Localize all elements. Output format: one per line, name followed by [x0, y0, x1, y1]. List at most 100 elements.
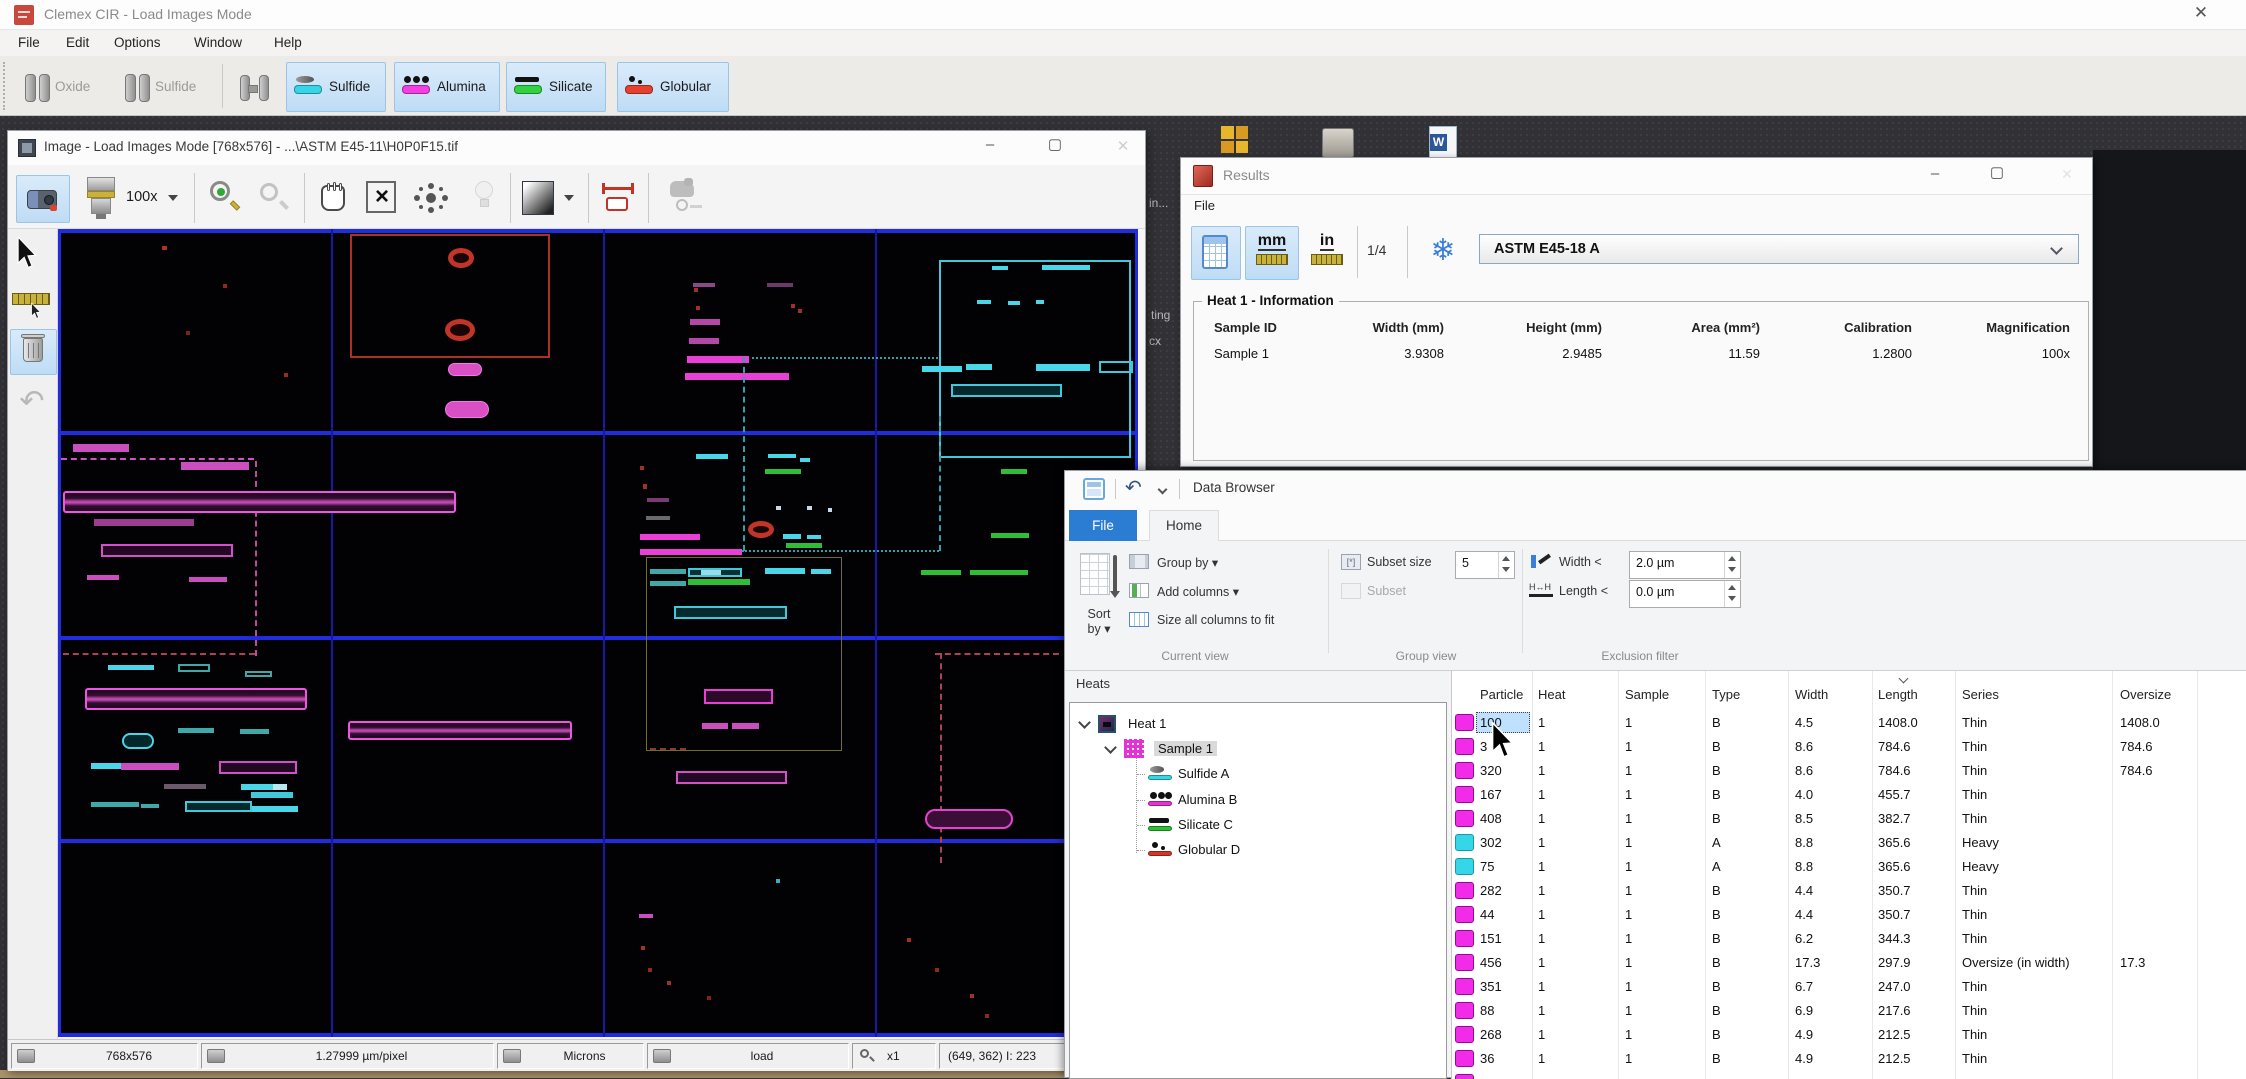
toolbar-button-phase-silicate[interactable]: Silicate — [506, 62, 606, 112]
illumination-button[interactable] — [470, 179, 500, 219]
subset-size-spinner[interactable]: 5 — [1455, 551, 1515, 579]
toolbar-button-sulfide-disabled[interactable]: Sulfide — [116, 64, 214, 110]
stage-pattern-button-results[interactable]: ❄ — [1419, 228, 1467, 276]
table-row[interactable]: 4411B4.4350.7Thin — [1452, 903, 2246, 927]
add-columns-button[interactable]: Add columns ▾ — [1129, 582, 1319, 604]
zoom-out-button[interactable] — [253, 177, 293, 219]
qat-dropdown-icon[interactable] — [1158, 485, 1168, 495]
tree-expand-chevron[interactable] — [1104, 741, 1117, 754]
pan-hand-button[interactable] — [315, 179, 353, 219]
image-minimize-button[interactable]: – — [975, 137, 1005, 152]
column-header-length[interactable]: Length — [1878, 687, 1918, 702]
zoom-in-button[interactable] — [204, 177, 244, 219]
column-header-heat[interactable]: Heat — [1538, 687, 1565, 702]
delete-region-button[interactable]: × — [362, 179, 402, 219]
table-row[interactable]: 45611B17.3297.9Oversize (in width)17.3 — [1452, 951, 2246, 975]
image-canvas[interactable] — [58, 229, 1138, 1037]
stage-pattern-button[interactable] — [410, 179, 452, 219]
menu-options[interactable]: Options — [110, 30, 165, 56]
toolbar-button-phase-sulfide[interactable]: Sulfide — [286, 62, 386, 112]
table-row[interactable]: 3611B4.9212.5Thin — [1452, 1047, 2246, 1071]
size-columns-button[interactable]: Size all columns to fit — [1129, 611, 1359, 633]
delete-tool-button[interactable] — [10, 329, 57, 375]
menu-file[interactable]: File — [14, 30, 44, 56]
group-by-button[interactable]: Group by ▾ — [1129, 553, 1319, 575]
standard-combobox[interactable]: ASTM E45-18 A — [1479, 234, 2079, 264]
table-row[interactable]: 10011B4.51408.0Thin1408.0 — [1452, 711, 2246, 735]
table-row[interactable]: 35111B6.7247.0Thin — [1452, 975, 2246, 999]
tree-item-label: Sulfide A — [1178, 766, 1229, 781]
toolbar-button-phase-alumina[interactable]: Alumina — [394, 62, 500, 112]
column-header-type[interactable]: Type — [1712, 687, 1740, 702]
undo-tool-button[interactable]: ↶ — [12, 387, 52, 419]
menu-help[interactable]: Help — [270, 30, 306, 56]
table-row[interactable]: 28211B4.4350.7Thin — [1452, 879, 2246, 903]
unit-in-button[interactable]: in — [1303, 226, 1351, 280]
results-table-button[interactable] — [1191, 226, 1241, 280]
toolbar-drag-handle[interactable] — [3, 62, 6, 110]
unit-mm-button[interactable]: mm — [1245, 226, 1299, 280]
stage-grabber-button[interactable] — [662, 177, 706, 221]
camera-capture-button[interactable] — [16, 175, 70, 223]
table-row[interactable]: 40811B8.5382.7Thin — [1452, 807, 2246, 831]
results-minimize-button[interactable]: – — [1921, 166, 1949, 181]
tree-item-globular-d[interactable]: Globular D — [1070, 839, 1445, 861]
tree-item-sample-1[interactable]: Sample 1 — [1070, 738, 1445, 760]
menu-edit[interactable]: Edit — [62, 30, 93, 56]
tree-item-silicate-c[interactable]: Silicate C — [1070, 814, 1445, 836]
results-close-button[interactable]: ✕ — [2053, 166, 2081, 183]
ribbon: Sort by ▾ Group by ▾ Add columns ▾ Size … — [1065, 541, 2246, 671]
desktop-icon-word[interactable]: W — [1429, 126, 1457, 158]
column-header-particle[interactable]: Particle — [1480, 687, 1523, 702]
bar — [515, 77, 539, 82]
column-header-series[interactable]: Series — [1962, 687, 1999, 702]
tree-item-heat-1[interactable]: Heat 1 — [1070, 713, 1445, 735]
magnification-value[interactable]: 100x — [126, 189, 157, 205]
table-row[interactable]: 16711B4.0455.7Thin — [1452, 783, 2246, 807]
desktop-icon-app-yellow[interactable] — [1219, 124, 1251, 156]
tab-file[interactable]: File — [1069, 510, 1137, 541]
tree-item-sulfide-a[interactable]: Sulfide A — [1070, 763, 1445, 785]
table-row[interactable]: 311B8.6784.6Thin784.6 — [1452, 735, 2246, 759]
tree-item-label: Heat 1 — [1128, 716, 1166, 731]
table-row[interactable]: 30211A8.8365.6Heavy — [1452, 831, 2246, 855]
gray-levels-dropdown-icon[interactable] — [564, 195, 574, 201]
tab-home[interactable]: Home — [1149, 510, 1219, 542]
results-menu-file[interactable]: File — [1194, 198, 1215, 213]
main-close-button[interactable]: ✕ — [2186, 3, 2216, 27]
menu-window[interactable]: Window — [190, 30, 246, 56]
measure-tool-button[interactable] — [10, 291, 54, 321]
results-maximize-button[interactable]: ▢ — [1983, 165, 2011, 180]
table-row[interactable]: 32011B8.6784.6Thin784.6 — [1452, 759, 2246, 783]
data-browser-app-icon[interactable] — [1083, 478, 1105, 500]
tree-item-label: Sample 1 — [1154, 741, 1217, 756]
tree-expand-chevron[interactable] — [1078, 716, 1091, 729]
toolbar-button-oxide-disabled[interactable]: Oxide — [16, 64, 104, 110]
table-row[interactable]: 15111B6.2344.3Thin — [1452, 927, 2246, 951]
column-header-width[interactable]: Width — [1795, 687, 1828, 702]
subset-label[interactable]: Subset — [1367, 584, 1406, 598]
width-filter-spinner[interactable]: 2.0 µm — [1629, 551, 1741, 579]
gray-levels-button[interactable] — [522, 181, 554, 215]
results-toolbar: mm in 1/4 ❄ ASTM E45-18 A — [1181, 220, 2094, 286]
desktop-icon-folder[interactable] — [1322, 128, 1354, 158]
toolbar-button-phase-globular[interactable]: Globular — [617, 62, 729, 112]
table-row[interactable]: 8811B6.9217.6Thin — [1452, 999, 2246, 1023]
length-filter-spinner[interactable]: 0.0 µm — [1629, 580, 1741, 608]
column-header-sample[interactable]: Sample — [1625, 687, 1669, 702]
table-row[interactable]: 26811B4.9212.5Thin — [1452, 1023, 2246, 1047]
table-row[interactable]: 7511A8.8365.6Heavy — [1452, 855, 2246, 879]
particle-shape — [687, 356, 749, 363]
column-header-oversize[interactable]: Oversize — [2120, 687, 2171, 702]
image-close-button[interactable]: ✕ — [1108, 137, 1138, 155]
particle-shape — [732, 723, 759, 729]
sort-by-button[interactable]: Sort by ▾ — [1075, 551, 1123, 659]
select-tool-icon[interactable] — [16, 237, 42, 269]
tree-item-alumina-b[interactable]: Alumina B — [1070, 789, 1445, 811]
image-maximize-button[interactable]: ▢ — [1040, 137, 1070, 152]
status-segment-zoom-factor: x1 — [852, 1043, 936, 1069]
histogram-tool-button[interactable] — [232, 66, 276, 110]
magnification-dropdown-icon[interactable] — [168, 195, 178, 201]
undo-quick-button[interactable]: ↶ — [1125, 475, 1142, 500]
measure-button[interactable] — [600, 179, 638, 219]
